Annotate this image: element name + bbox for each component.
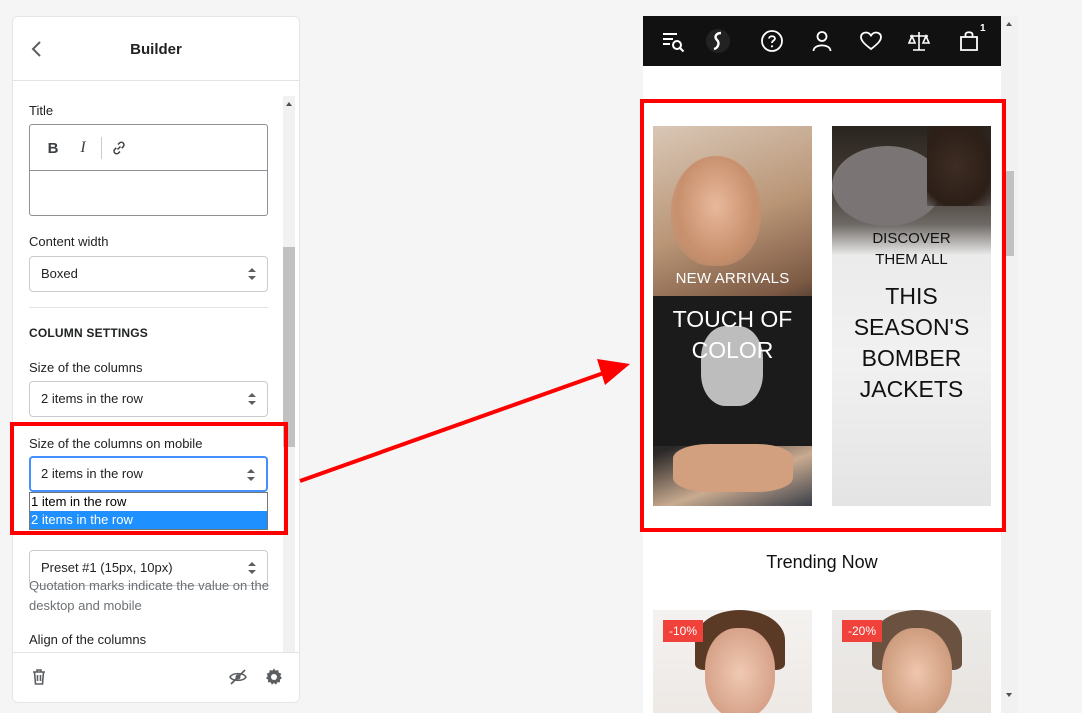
banner-title: THIS SEASON'S BOMBER JACKETS — [832, 281, 991, 405]
italic-button[interactable]: I — [73, 138, 93, 158]
preview-scrollbar[interactable] — [1001, 16, 1018, 713]
content-width-select[interactable]: Boxed — [29, 256, 268, 292]
panel-body: Title B I Content width Boxed COLUMN SET… — [13, 82, 299, 654]
mobile-preview: 1 NEW ARRIVALS TOUCH OF COLOR DISCOVER T… — [643, 16, 1018, 713]
rte-toolbar: B I — [30, 125, 267, 171]
wishlist-heart-icon[interactable] — [859, 29, 883, 53]
title-label: Title — [29, 103, 54, 118]
spacing-preset-value: Preset #1 (15px, 10px) — [41, 560, 173, 575]
columns-mobile-label: Size of the columns on mobile — [29, 436, 203, 451]
select-arrows-icon — [248, 562, 256, 574]
help-text: Quotation marks indicate the value on th… — [29, 578, 269, 613]
eye-off-icon[interactable] — [228, 667, 248, 687]
content-width-value: Boxed — [41, 266, 78, 281]
banner-subtitle-line: DISCOVER — [872, 230, 951, 247]
content-width-label: Content width — [29, 234, 109, 249]
product-photo-face — [882, 628, 952, 713]
discount-badge: -20% — [842, 620, 883, 642]
link-icon[interactable] — [109, 138, 129, 158]
product-card[interactable]: -10% — [653, 610, 812, 713]
product-photo-face — [705, 628, 775, 713]
scroll-up-arrow-icon[interactable] — [286, 102, 292, 106]
columns-mobile-select[interactable]: 2 items in the row — [29, 456, 268, 492]
banner-photo-head — [927, 126, 991, 206]
select-arrows-icon — [248, 393, 256, 405]
banner-subtitle-line: THEM ALL — [875, 251, 948, 268]
section-divider — [29, 307, 268, 308]
scroll-thumb[interactable] — [1004, 171, 1014, 256]
banner-title-line: COLOR — [691, 337, 774, 363]
panel-scrollbar[interactable] — [283, 96, 295, 668]
select-arrows-icon — [248, 268, 256, 280]
bold-button[interactable]: B — [43, 138, 63, 158]
dropdown-option-2-items[interactable]: 2 items in the row — [30, 511, 267, 529]
columns-size-label: Size of the columns — [29, 360, 143, 375]
column-settings-heading: COLUMN SETTINGS — [29, 326, 148, 340]
panel-header: Builder — [13, 17, 299, 81]
discount-badge: -10% — [663, 620, 704, 642]
trash-icon[interactable] — [29, 667, 49, 687]
select-arrows-icon — [247, 469, 255, 481]
logo-icon[interactable] — [706, 29, 730, 53]
toolbar-divider — [101, 137, 102, 159]
banner-title-line: SEASON'S — [853, 314, 970, 340]
account-icon[interactable] — [810, 29, 834, 53]
banner-title-line: TOUCH OF — [672, 306, 793, 332]
panel-footer — [13, 652, 299, 702]
banner-new-arrivals[interactable]: NEW ARRIVALS TOUCH OF COLOR — [653, 126, 812, 506]
title-rich-text-editor[interactable]: B I — [29, 124, 268, 216]
banner-photo-waist — [673, 444, 793, 492]
trending-now-heading: Trending Now — [766, 552, 878, 572]
columns-mobile-value: 2 items in the row — [41, 466, 143, 481]
help-icon[interactable] — [760, 29, 784, 53]
banner-bomber-jackets[interactable]: DISCOVER THEM ALL THIS SEASON'S BOMBER J… — [832, 126, 991, 506]
gear-icon[interactable] — [264, 667, 284, 687]
cart-bag-icon[interactable] — [957, 29, 981, 53]
columns-size-select[interactable]: 2 items in the row — [29, 381, 268, 417]
scroll-thumb[interactable] — [283, 247, 295, 447]
scroll-up-arrow-icon[interactable] — [1006, 22, 1012, 26]
panel-title: Builder — [130, 41, 182, 58]
store-header: 1 — [643, 16, 1001, 66]
banner-subtitle: DISCOVER THEM ALL — [832, 228, 991, 270]
menu-search-icon[interactable] — [661, 29, 685, 53]
banner-photo-face — [671, 156, 761, 266]
cart-count-badge: 1 — [980, 23, 986, 34]
columns-mobile-dropdown: 1 item in the row 2 items in the row — [29, 492, 268, 530]
dropdown-option-1-item[interactable]: 1 item in the row — [30, 493, 267, 511]
banner-photo-hood — [832, 146, 942, 226]
compare-scales-icon[interactable] — [907, 29, 931, 53]
columns-size-value: 2 items in the row — [41, 391, 143, 406]
banner-title-line: BOMBER — [861, 345, 962, 371]
product-card[interactable]: -20% — [832, 610, 991, 713]
banner-subtitle: NEW ARRIVALS — [675, 270, 790, 287]
banner-title-line: THIS — [885, 283, 938, 309]
align-columns-label: Align of the columns — [29, 632, 147, 647]
banner-title-line: JACKETS — [859, 376, 964, 402]
builder-panel: Builder Title B I Content width Boxed CO… — [12, 16, 300, 703]
banner-title: TOUCH OF COLOR — [653, 304, 812, 366]
scroll-down-arrow-icon[interactable] — [1006, 693, 1012, 697]
